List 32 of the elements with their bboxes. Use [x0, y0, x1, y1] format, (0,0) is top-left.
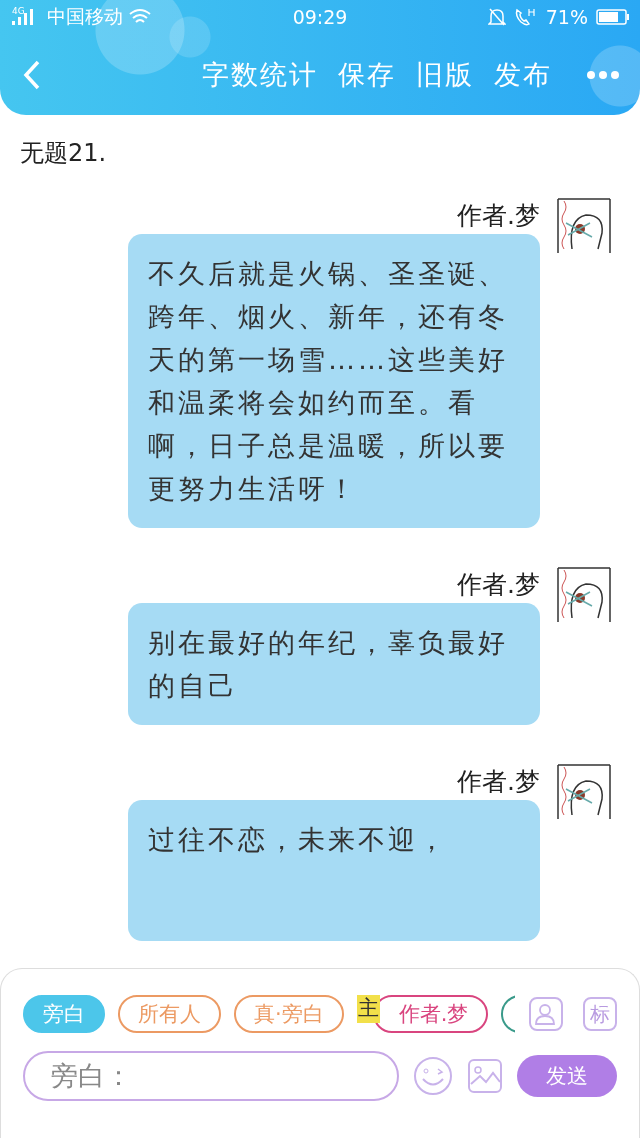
signal-icon [10, 8, 36, 26]
person-button[interactable] [529, 997, 563, 1031]
emoji-button[interactable] [413, 1056, 453, 1096]
story-title: 无题21. [19, 138, 108, 169]
send-button[interactable]: 发送 [517, 1055, 617, 1097]
author-name: 作者.梦 [456, 200, 540, 232]
image-button[interactable] [467, 1058, 503, 1094]
author-name: 作者.梦 [456, 569, 540, 601]
role-chip[interactable]: 真·旁白 [234, 995, 344, 1033]
role-chip[interactable]: 所有人 [118, 995, 221, 1033]
header-action[interactable]: 字数统计 [202, 56, 318, 93]
header-action[interactable]: 旧版 [416, 56, 474, 93]
role-chip[interactable]: 旁白 [23, 995, 105, 1033]
phone-icon [513, 7, 538, 27]
header-action[interactable]: 保存 [338, 56, 396, 93]
battery-level: 71% [545, 6, 588, 28]
main-badge: 主 [356, 995, 380, 1023]
more-button[interactable] [586, 69, 620, 80]
back-button[interactable] [22, 58, 42, 91]
bell-icon [487, 7, 506, 27]
network-type: 4G [12, 6, 25, 16]
person-icon [534, 1002, 558, 1026]
clock-time: 09:29 [292, 6, 348, 28]
carrier-name: 中国移动 [46, 4, 123, 29]
message-bubble: 别在最好的年纪，辜负最好的自己 [128, 603, 540, 725]
message-bubble: 过往不恋，未来不迎， [128, 800, 540, 941]
message-input[interactable]: 旁白： [23, 1051, 399, 1101]
battery-icon [596, 8, 630, 26]
message-bubble: 不久后就是火锅、圣圣诞、跨年、烟火、新年，还有冬天的第一场雪……这些美好和温柔将会如约而至。看啊，日子总是温暖，所以要更努力生活呀！ [128, 234, 540, 528]
author-name: 作者.梦 [456, 766, 540, 798]
tag-button[interactable]: 标 [583, 997, 617, 1031]
header-action[interactable]: 发布 [494, 56, 552, 93]
